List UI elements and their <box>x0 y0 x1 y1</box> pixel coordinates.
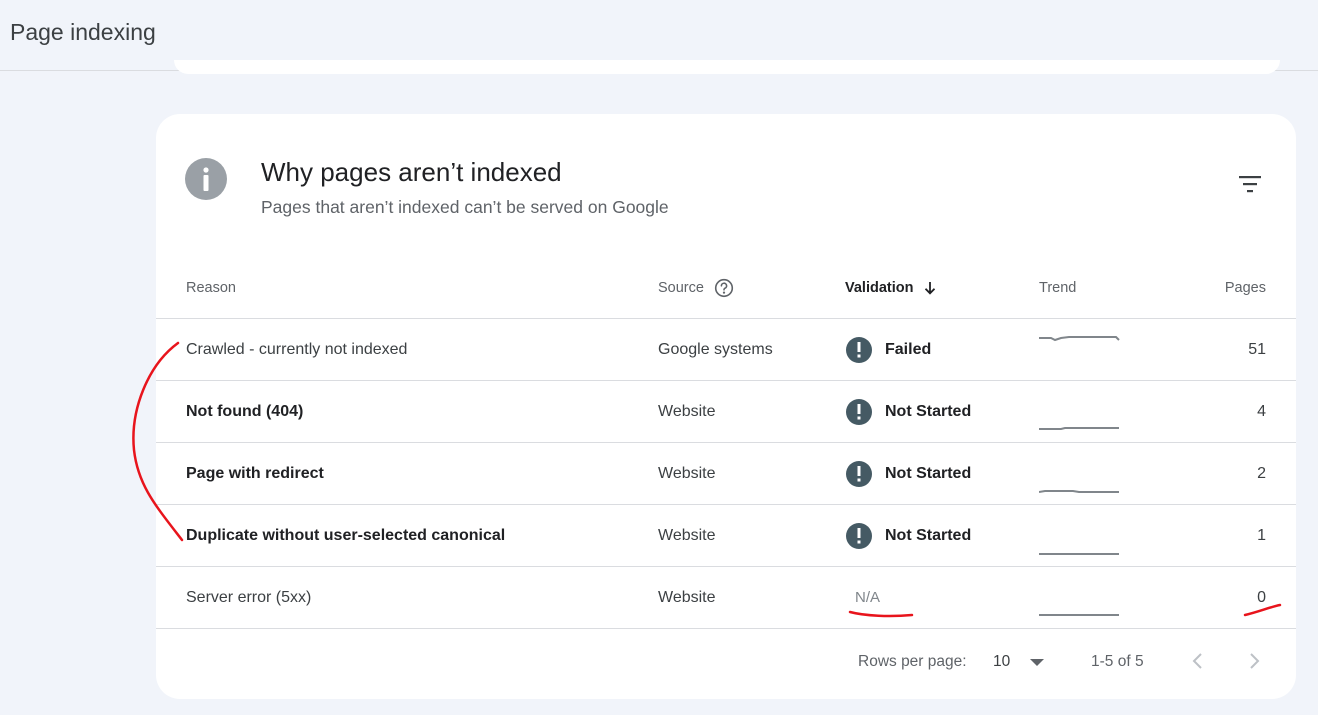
why-not-indexed-card: Why pages aren’t indexed Pages that aren… <box>156 114 1296 699</box>
table-row[interactable]: Not found (404) Website Not Started 4 <box>156 381 1296 443</box>
trend-sparkline <box>1039 336 1120 342</box>
header-source[interactable]: Source <box>658 257 734 319</box>
row-source: Website <box>658 526 716 544</box>
row-source: Website <box>658 402 716 420</box>
row-reason: Duplicate without user-selected canonica… <box>186 526 506 544</box>
row-pages: 4 <box>1257 402 1266 420</box>
table-header: Reason Source Validation Trend Pages <box>156 257 1296 319</box>
validation-status: Not Started <box>885 526 972 544</box>
row-source: Website <box>658 464 716 482</box>
rows-per-page-select[interactable]: 10 <box>993 653 1010 671</box>
table-row[interactable]: Page with redirect Website Not Started 2 <box>156 443 1296 505</box>
row-reason: Server error (5xx) <box>186 588 312 606</box>
header-validation-label: Validation <box>845 280 914 296</box>
validation-status: Failed <box>885 340 932 358</box>
table-row[interactable]: Duplicate without user-selected canonica… <box>156 505 1296 567</box>
table-row[interactable]: Server error (5xx) Website N/A 0 <box>156 567 1296 629</box>
exclamation-icon <box>846 460 872 487</box>
row-validation: Not Started <box>846 381 971 442</box>
pagination-bar: Rows per page: 10 1-5 of 5 <box>156 631 1296 693</box>
exclamation-icon <box>846 336 872 363</box>
row-pages: 0 <box>1257 588 1266 606</box>
row-validation: Not Started <box>846 443 971 504</box>
header-reason[interactable]: Reason <box>186 257 236 319</box>
validation-status: N/A <box>855 589 881 606</box>
row-validation: Not Started <box>846 505 971 566</box>
exclamation-icon <box>846 398 872 425</box>
exclamation-icon <box>846 522 872 549</box>
row-source: Website <box>658 588 716 606</box>
header-trend: Trend <box>1039 280 1077 296</box>
row-pages: 1 <box>1257 526 1266 544</box>
row-reason: Crawled - currently not indexed <box>186 340 408 358</box>
rows-per-page-label: Rows per page: <box>858 653 967 670</box>
header-pages[interactable]: Pages <box>1225 257 1266 319</box>
card-title: Why pages aren’t indexed <box>261 157 562 187</box>
previous-card-edge <box>174 60 1280 74</box>
validation-status: Not Started <box>885 402 972 420</box>
row-source: Google systems <box>658 340 773 358</box>
filter-icon <box>1239 176 1261 193</box>
row-reason: Not found (404) <box>186 402 304 420</box>
row-validation: N/A <box>855 567 880 628</box>
row-pages: 51 <box>1248 340 1266 358</box>
trend-sparkline <box>1039 427 1119 430</box>
page-title: Page indexing <box>10 19 156 45</box>
row-validation: Failed <box>846 319 931 380</box>
info-icon <box>185 158 227 200</box>
card-subtitle: Pages that aren’t indexed can’t be serve… <box>261 197 669 217</box>
help-icon[interactable] <box>714 278 734 298</box>
validation-status: Not Started <box>885 464 972 482</box>
trend-sparkline <box>1039 614 1119 616</box>
trend-sparkline <box>1039 553 1119 555</box>
row-pages: 2 <box>1257 464 1266 482</box>
row-reason: Page with redirect <box>186 464 324 482</box>
dropdown-arrow-icon[interactable] <box>1030 659 1044 667</box>
previous-page-icon[interactable] <box>1188 651 1208 671</box>
table-row[interactable]: Crawled - currently not indexed Google s… <box>156 319 1296 381</box>
sort-down-arrow-icon <box>924 282 935 295</box>
pagination-range: 1-5 of 5 <box>1091 653 1144 670</box>
trend-sparkline <box>1039 490 1119 493</box>
next-page-icon[interactable] <box>1244 651 1264 671</box>
header-source-label: Source <box>658 280 704 296</box>
header-validation[interactable]: Validation <box>845 257 938 319</box>
filter-button[interactable] <box>1232 166 1268 202</box>
